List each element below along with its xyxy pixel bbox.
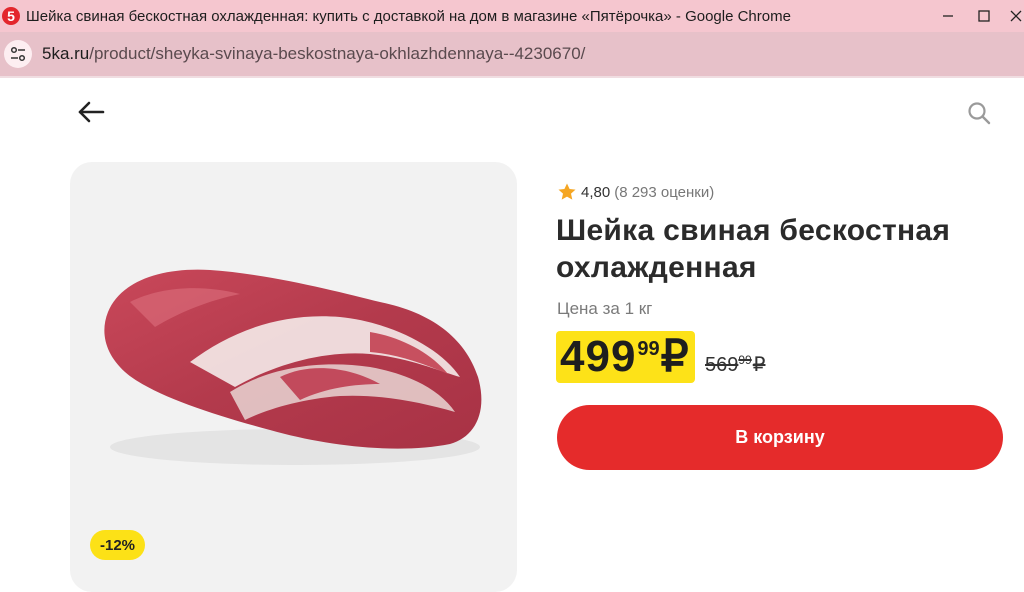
current-price: 499 99 ₽ — [556, 331, 695, 383]
url-host: 5ka.ru — [42, 44, 90, 63]
maximize-icon — [978, 10, 990, 22]
browser-title-bar: 5 Шейка свиная бескостная охлажденная: к… — [0, 0, 1024, 32]
window-title: Шейка свиная бескостная охлажденная: куп… — [26, 7, 791, 25]
product-photo — [104, 269, 482, 465]
divider — [0, 76, 1024, 78]
address-bar[interactable]: 5ka.ru/product/sheyka-svinaya-beskostnay… — [0, 32, 1024, 76]
price-fraction: 99 — [637, 338, 660, 360]
minimize-icon — [943, 15, 953, 17]
rating-count: (8 293 оценки) — [614, 183, 715, 201]
product-image-card: -12% — [70, 162, 517, 592]
arrow-left-icon — [78, 101, 105, 123]
close-icon — [1010, 10, 1022, 22]
url-path: /product/sheyka-svinaya-beskostnaya-okhl… — [89, 44, 586, 63]
old-price: 569 99 ₽ — [705, 352, 765, 378]
product-title: Шейка свиная бескостная охлажденная — [556, 214, 951, 284]
star-icon — [558, 183, 576, 200]
site-info-button[interactable] — [4, 40, 32, 68]
search-icon — [968, 102, 991, 125]
rating[interactable]: 4,80 (8 293 оценки) — [557, 182, 714, 202]
old-price-integer: 569 — [705, 354, 739, 376]
close-window-button[interactable] — [994, 0, 1024, 32]
site-favicon: 5 — [2, 7, 20, 25]
url-text[interactable]: 5ka.ru/product/sheyka-svinaya-beskostnay… — [42, 44, 585, 64]
add-to-cart-button[interactable]: В корзину — [557, 405, 1003, 470]
search-button[interactable] — [962, 96, 996, 130]
price-integer: 499 — [560, 332, 637, 381]
discount-badge: -12% — [90, 530, 146, 560]
rating-value: 4,80 — [581, 183, 611, 201]
unit-label: Цена за 1 кг — [557, 299, 653, 318]
old-price-fraction: 99 — [738, 353, 752, 367]
tune-icon — [10, 46, 26, 62]
back-button[interactable] — [74, 96, 108, 128]
price-currency: ₽ — [660, 332, 689, 381]
old-price-currency: ₽ — [752, 354, 766, 376]
